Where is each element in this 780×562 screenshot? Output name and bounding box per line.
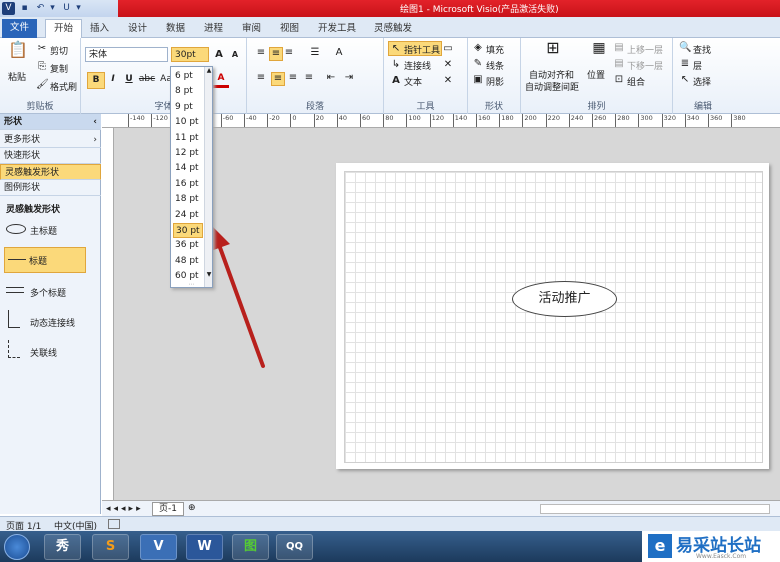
dropdown-scrollbar[interactable]: ▲ ▼: [204, 67, 212, 287]
macro-record-icon[interactable]: [108, 519, 120, 529]
scroll-down-icon[interactable]: ▼: [205, 271, 213, 281]
word-icon: W: [197, 539, 212, 554]
taskbar-image-viewer[interactable]: 图: [232, 534, 269, 560]
page-tab[interactable]: 页-1: [152, 502, 184, 516]
taskbar-sogou[interactable]: S: [92, 534, 129, 560]
taskbar-qq[interactable]: QQ: [276, 534, 313, 560]
font-size-option[interactable]: 16 pt: [173, 177, 203, 192]
font-size-option[interactable]: 14 pt: [173, 161, 203, 176]
taskbar: 秀 S V W 图 QQ e 易采站长站 Www.Easck.Com: [0, 531, 780, 562]
arrow-shaft: [216, 240, 265, 368]
watermark-url: Www.Easck.Com: [696, 553, 747, 560]
watermark: e 易采站长站 Www.Easck.Com: [642, 531, 780, 562]
font-size-option[interactable]: 9 pt: [173, 100, 203, 115]
font-size-option[interactable]: 48 pt: [173, 254, 203, 269]
taskbar-xiuxiu[interactable]: 秀: [44, 534, 81, 560]
font-size-option[interactable]: 10 pt: [173, 115, 203, 130]
status-bar: 页面 1/1 中文(中国): [0, 516, 780, 532]
font-size-option[interactable]: 30 pt: [173, 223, 203, 238]
sogou-icon: S: [105, 539, 116, 554]
font-size-option[interactable]: 12 pt: [173, 146, 203, 161]
font-size-option[interactable]: 8 pt: [173, 84, 203, 99]
qq-icon: QQ: [285, 541, 303, 552]
font-size-option[interactable]: 18 pt: [173, 192, 203, 207]
insert-page-icon[interactable]: ⊕: [188, 503, 200, 515]
watermark-logo-icon: e: [648, 534, 672, 558]
taskbar-visio[interactable]: V: [140, 534, 177, 560]
taskbar-word[interactable]: W: [186, 534, 223, 560]
font-size-dropdown[interactable]: ▲ ▼ ⋯ 6 pt 8 pt 9 pt 10 pt 11 pt 12 pt 14 pt 16…: [170, 66, 213, 288]
annotation-arrow: [208, 226, 265, 368]
image-viewer-icon: 图: [243, 539, 257, 554]
horizontal-scrollbar[interactable]: [540, 504, 770, 514]
font-size-option[interactable]: 6 pt: [173, 69, 203, 84]
font-size-option[interactable]: 36 pt: [173, 238, 203, 253]
xiuxiu-icon: 秀: [55, 539, 69, 554]
start-button[interactable]: [4, 534, 30, 560]
page-tabs-bar: ◂◂◂▸▸ 页-1 ⊕: [102, 500, 780, 516]
page-navigation-icons[interactable]: ◂◂◂▸▸: [106, 504, 144, 514]
visio-icon: V: [153, 539, 164, 554]
scroll-up-icon[interactable]: ▲: [205, 67, 213, 77]
font-size-option[interactable]: 11 pt: [173, 131, 203, 146]
font-size-option[interactable]: 60 pt: [173, 269, 203, 284]
font-size-option[interactable]: 24 pt: [173, 208, 203, 223]
